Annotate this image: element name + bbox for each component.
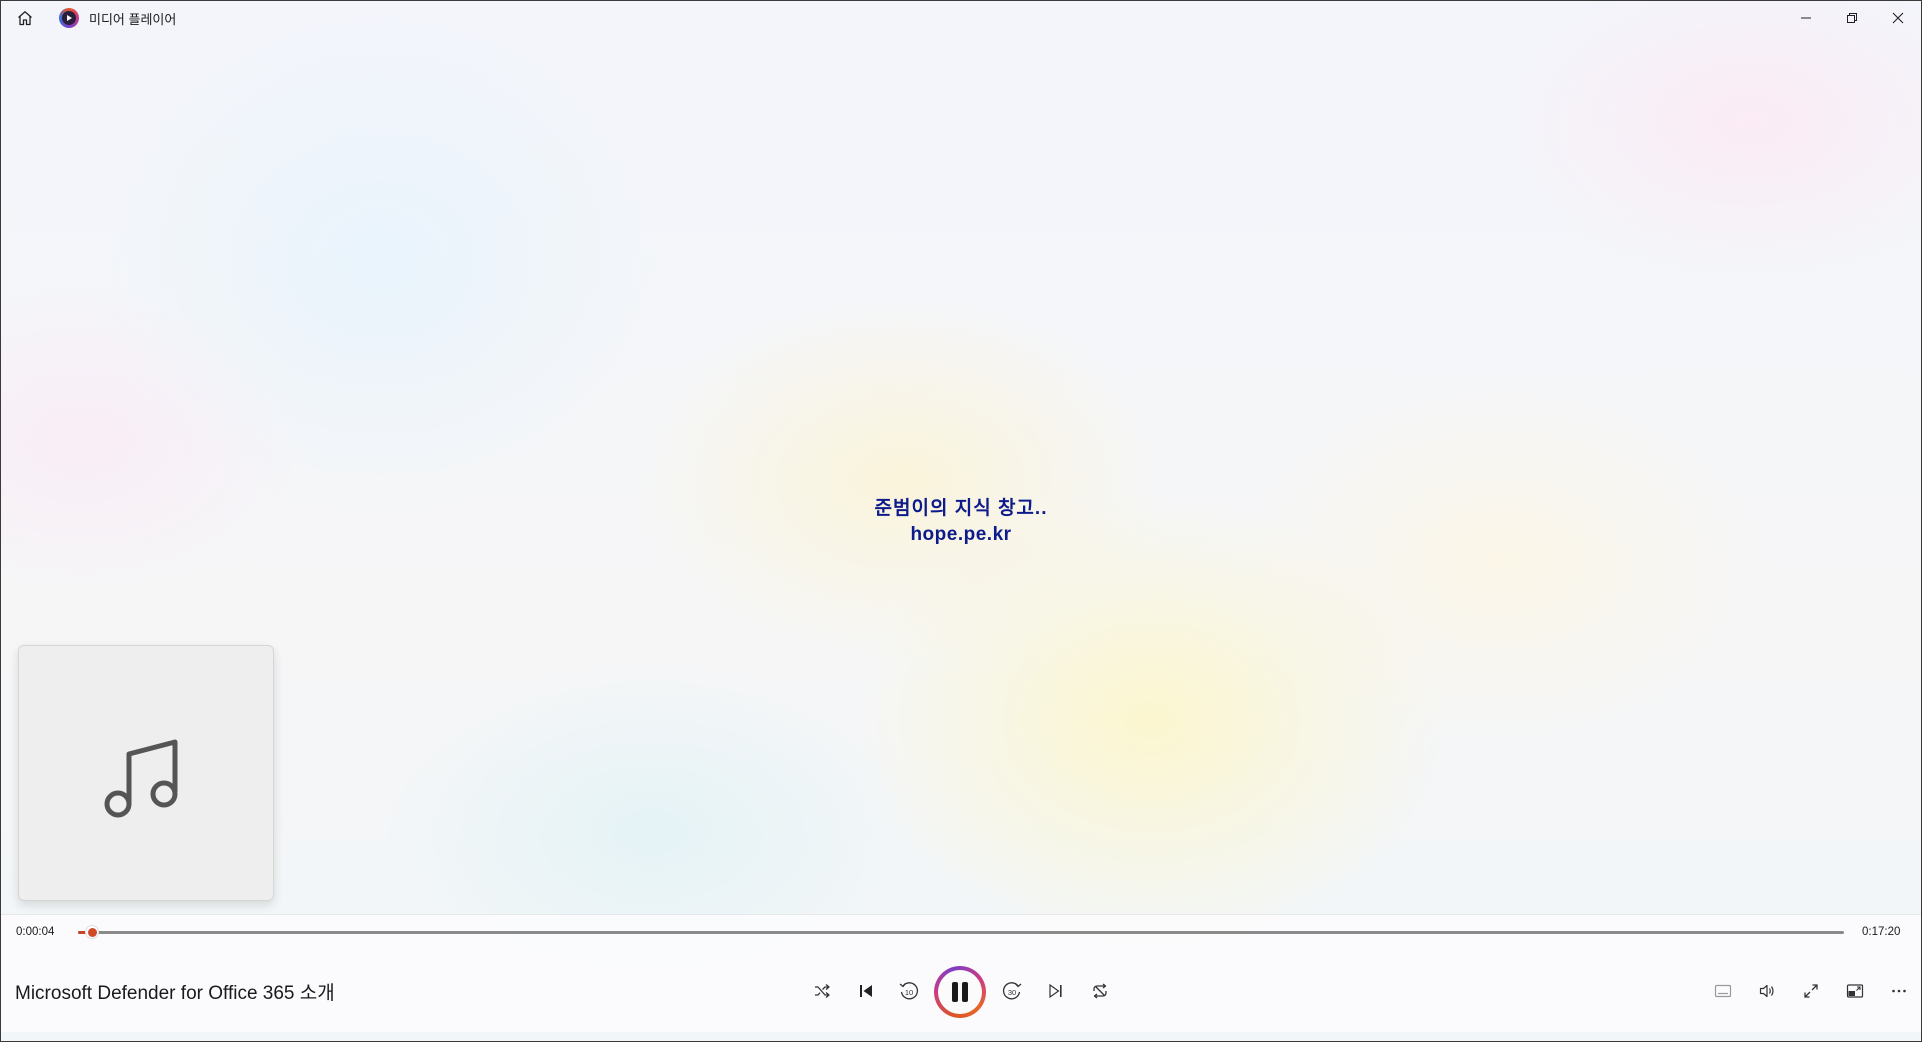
total-time: 0:17:20 — [1862, 926, 1901, 938]
album-art[interactable] — [18, 645, 274, 901]
mini-player-button[interactable] — [1835, 971, 1875, 1011]
minimize-icon — [1801, 17, 1811, 19]
repeat-icon — [1093, 983, 1107, 999]
media-player-window: 미디어 플레이어 준범이의 지식 창고.. hope.pe.kr — [0, 0, 1922, 1042]
more-icon — [1892, 989, 1906, 993]
more-options-button[interactable] — [1879, 971, 1919, 1011]
music-note-icon — [104, 739, 178, 818]
minimize-button[interactable] — [1783, 1, 1829, 35]
window-title: 미디어 플레이어 — [89, 12, 177, 27]
restore-button[interactable] — [1829, 1, 1875, 35]
rewind-10-label: 10 — [905, 988, 913, 997]
seek-thumb[interactable] — [85, 925, 99, 939]
close-icon — [1892, 12, 1904, 24]
forward-30-label: 30 — [1008, 988, 1016, 997]
rewind-10-button[interactable]: 10 — [889, 971, 929, 1011]
title-bar: 미디어 플레이어 — [1, 1, 1921, 35]
track-title: Microsoft Defender for Office 365 소개 — [15, 983, 335, 1004]
fullscreen-button[interactable] — [1791, 971, 1831, 1011]
current-time: 0:00:04 — [16, 926, 55, 938]
shuffle-icon — [815, 984, 830, 998]
restore-icon — [1847, 13, 1857, 23]
previous-button[interactable] — [846, 971, 886, 1011]
volume-button[interactable] — [1747, 971, 1787, 1011]
pause-icon — [950, 982, 970, 1002]
next-icon — [1049, 983, 1062, 999]
watermark-text: 준범이의 지식 창고.. — [874, 498, 1048, 519]
home-icon[interactable] — [13, 7, 37, 29]
media-player-app-icon — [59, 8, 79, 28]
captions-button[interactable] — [1703, 971, 1743, 1011]
rewind-10-icon: 10 — [899, 982, 919, 1000]
volume-icon — [1759, 984, 1774, 998]
shuffle-button[interactable] — [802, 971, 842, 1011]
pause-button[interactable] — [934, 966, 986, 1018]
previous-icon — [860, 985, 872, 997]
watermark-url: hope.pe.kr — [910, 524, 1012, 545]
captions-icon — [1714, 984, 1732, 998]
mini-player-icon — [1846, 984, 1864, 998]
video-watermark: 준범이의 지식 창고.. hope.pe.kr — [861, 493, 1061, 546]
next-button[interactable] — [1036, 971, 1076, 1011]
seek-bar[interactable] — [78, 931, 1844, 934]
forward-30-icon: 30 — [1002, 982, 1022, 1000]
forward-30-button[interactable]: 30 — [992, 971, 1032, 1011]
close-button[interactable] — [1875, 1, 1921, 35]
repeat-button[interactable] — [1080, 971, 1120, 1011]
fullscreen-icon — [1804, 984, 1818, 998]
